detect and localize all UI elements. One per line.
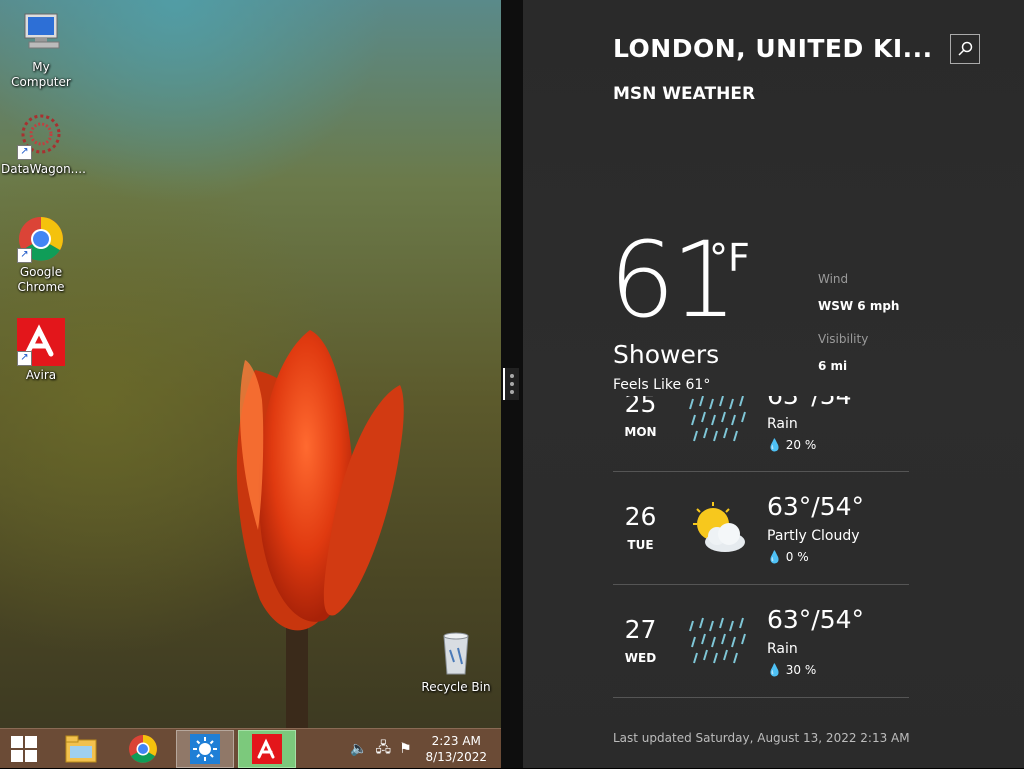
drop-icon: 💧 xyxy=(767,663,782,677)
windows-logo-icon xyxy=(11,736,37,762)
taskbar-weather[interactable] xyxy=(176,730,234,768)
forecast-date: 27 xyxy=(624,615,657,644)
start-button[interactable] xyxy=(0,730,48,768)
desktop-icon-recycle-bin[interactable]: Recycle Bin xyxy=(416,630,496,695)
desktop-icon-label: My Computer xyxy=(11,60,71,89)
wind-label: Wind xyxy=(818,272,849,286)
temperature-unit[interactable]: °F xyxy=(709,236,750,280)
speaker-muted-icon[interactable]: 🔈 xyxy=(350,741,367,757)
daily-forecast[interactable]: 25 MON 63°/54° Rain 💧 20 % 26 TUE xyxy=(613,396,909,706)
taskbar-avira[interactable] xyxy=(238,730,296,768)
chrome-icon xyxy=(129,735,157,763)
system-tray: 🔈 🖧 ⚑ xyxy=(350,729,412,769)
shortcut-arrow-icon: ↗ xyxy=(17,248,32,263)
drop-icon: 💧 xyxy=(767,550,782,564)
taskbar-clock[interactable]: 2:23 AM 8/13/2022 xyxy=(425,733,487,765)
partly-cloudy-icon xyxy=(693,502,745,552)
desktop-icon-label: DataWagon.... xyxy=(1,162,86,176)
location-title[interactable]: LONDON, UNITED KI... xyxy=(613,34,933,63)
search-icon xyxy=(958,41,973,56)
visibility-label: Visibility xyxy=(818,332,869,346)
visibility-value: 6 mi xyxy=(818,359,848,373)
forecast-day: MON xyxy=(624,425,657,439)
drop-icon: 💧 xyxy=(767,438,782,452)
taskbar-file-explorer[interactable] xyxy=(52,730,110,768)
shortcut-arrow-icon: ↗ xyxy=(17,145,32,160)
desktop-icon-label: Avira xyxy=(25,368,57,382)
weather-app: LONDON, UNITED KI... MSN WEATHER 61 °F S… xyxy=(523,0,1024,768)
clock-date: 8/13/2022 xyxy=(425,750,487,764)
forecast-condition: Rain xyxy=(767,416,798,432)
forecast-row[interactable]: 27 WED 63°/54° Rain 💧 30 % xyxy=(613,585,909,698)
forecast-day: WED xyxy=(624,651,657,665)
forecast-temps: 63°/54° xyxy=(767,605,865,634)
forecast-row[interactable]: 25 MON 63°/54° Rain 💧 20 % xyxy=(613,396,909,472)
feels-like: Feels Like 61° xyxy=(613,377,711,393)
folder-icon xyxy=(65,735,97,763)
forecast-precip: 20 % xyxy=(785,438,817,452)
avira-icon: ↗ xyxy=(17,318,65,366)
forecast-day: TUE xyxy=(627,538,654,552)
last-updated: Last updated Saturday, August 13, 2022 2… xyxy=(613,731,910,745)
rain-icon xyxy=(689,617,746,664)
rain-icon xyxy=(689,396,746,442)
chrome-icon: ↗ xyxy=(17,215,65,263)
forecast-precip: 30 % xyxy=(785,663,817,677)
desktop-icon-google-chrome[interactable]: ↗ Google Chrome xyxy=(1,215,81,295)
forecast-temps: 63°/54° xyxy=(767,396,864,410)
forecast-precip: 0 % xyxy=(785,550,809,564)
action-center-flag-icon[interactable]: ⚑ xyxy=(399,741,412,757)
forecast-date: 26 xyxy=(624,502,657,531)
sun-icon xyxy=(190,734,220,764)
wind-value: WSW 6 mph xyxy=(818,299,900,313)
app-brand: MSN WEATHER xyxy=(613,84,756,104)
avira-icon xyxy=(252,734,282,764)
search-button[interactable] xyxy=(950,34,980,64)
forecast-condition: Partly Cloudy xyxy=(767,528,860,544)
shortcut-arrow-icon: ↗ xyxy=(17,351,32,366)
current-condition: Showers xyxy=(613,340,720,369)
desktop-icon-label: Recycle Bin xyxy=(421,680,491,694)
taskbar: 🔈 🖧 ⚑ 2:23 AM 8/13/2022 xyxy=(0,728,501,768)
network-icon[interactable]: 🖧 xyxy=(375,737,391,761)
desktop-icon-datawagon[interactable]: ↗ DataWagon.... xyxy=(1,112,86,177)
desktop[interactable]: My Computer ↗ DataWagon.... ↗ Google Chr… xyxy=(0,0,501,728)
forecast-temps: 63°/54° xyxy=(767,492,865,521)
desktop-icon-my-computer[interactable]: My Computer xyxy=(1,10,81,90)
snap-divider-grip[interactable] xyxy=(503,368,519,400)
forecast-condition: Rain xyxy=(767,641,798,657)
datawagon-icon: ↗ xyxy=(17,112,65,160)
desktop-icon-avira[interactable]: ↗ Avira xyxy=(1,318,81,383)
forecast-row[interactable]: 26 TUE 63°/54° Partly Cloudy 💧 0 % xyxy=(613,472,909,585)
desktop-icon-label: Google Chrome xyxy=(17,265,65,294)
recycle-bin-icon xyxy=(432,630,480,678)
forecast-date: 25 xyxy=(624,396,657,418)
taskbar-google-chrome[interactable] xyxy=(114,730,172,768)
clock-time: 2:23 AM xyxy=(431,734,481,748)
computer-icon xyxy=(17,10,65,58)
